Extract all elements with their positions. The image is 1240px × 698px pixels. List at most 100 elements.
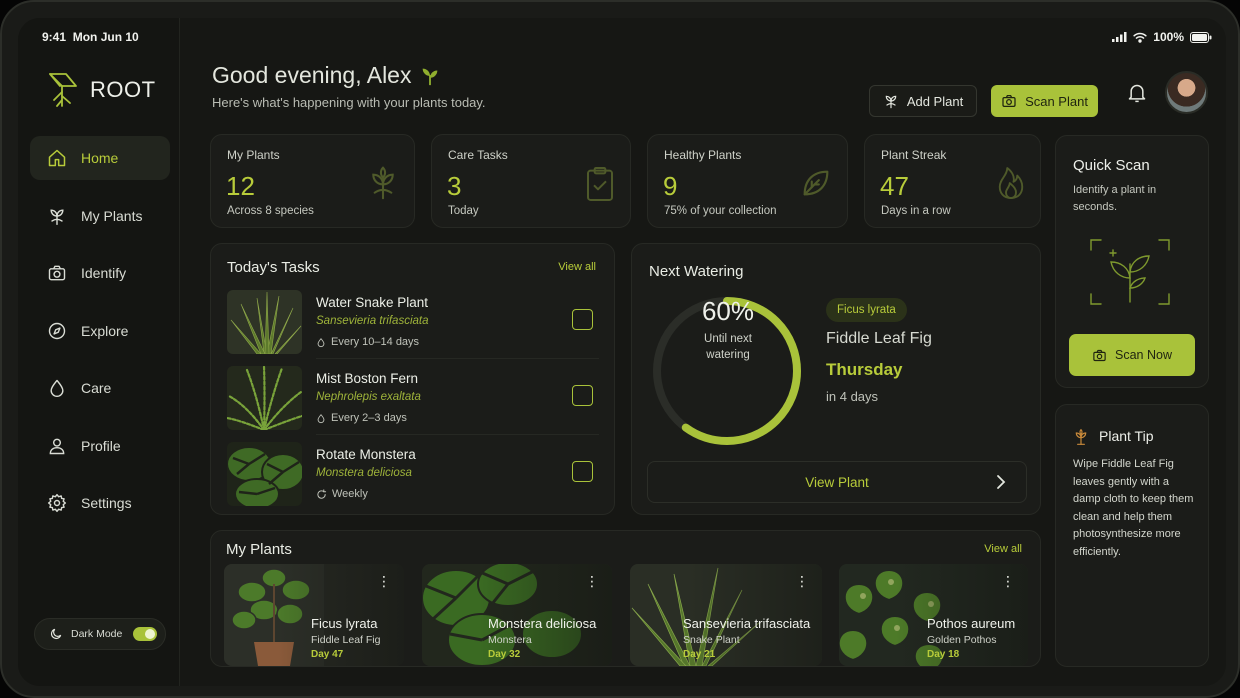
user-avatar[interactable] [1165, 71, 1208, 114]
my-plants-card: My Plants View all ⋮ Ficus lyrata Fiddle… [210, 530, 1041, 667]
more-options-icon[interactable]: ⋮ [585, 574, 599, 588]
scientific-name-badge: Ficus lyrata [826, 298, 907, 322]
chevron-right-icon [997, 475, 1006, 489]
stat-card-my-plants[interactable]: My Plants 12 Across 8 species [210, 134, 415, 228]
quick-scan-card: Quick Scan Identify a plant in seconds. … [1055, 135, 1209, 388]
plant-card-name: Sansevieria trifasciata [683, 616, 811, 631]
task-checkbox[interactable] [572, 385, 593, 406]
stat-card-plant-streak[interactable]: Plant Streak 47 Days in a row [864, 134, 1041, 228]
plant-card[interactable]: ⋮ Ficus lyrata Fiddle Leaf Fig Day 47 [224, 564, 404, 666]
plant-card[interactable]: ⋮ Sansevieria trifasciata Snake Plant Da… [630, 564, 822, 666]
user-icon [49, 438, 65, 454]
stat-sub: 75% of your collection [664, 205, 777, 217]
add-plant-label: Add Plant [906, 93, 964, 109]
status-time: 9:41 [42, 30, 67, 44]
add-plant-button[interactable]: Add Plant [869, 85, 977, 117]
stat-value: 47 [880, 171, 909, 201]
sidebar-item-care[interactable]: Care [30, 366, 170, 410]
battery-icon [1190, 31, 1212, 43]
sidebar-item-settings[interactable]: Settings [30, 481, 170, 525]
dark-mode-toggle[interactable]: Dark Mode [34, 618, 166, 650]
stat-card-healthy-plants[interactable]: Healthy Plants 9 75% of your collection [647, 134, 848, 228]
task-frequency-text: Every 10–14 days [331, 336, 420, 348]
app-logo[interactable]: ROOT [46, 70, 156, 110]
sprout-icon [1075, 428, 1087, 445]
home-icon [48, 149, 66, 167]
scan-plant-button[interactable]: Scan Plant [991, 85, 1098, 117]
stat-value: 9 [663, 171, 678, 201]
next-watering-plant-name: Fiddle Leaf Fig [826, 330, 932, 347]
more-options-icon[interactable]: ⋮ [377, 574, 391, 588]
plant-card-name: Ficus lyrata [311, 616, 378, 631]
quick-scan-title: Quick Scan [1073, 157, 1150, 174]
scan-now-button[interactable]: Scan Now [1069, 334, 1195, 376]
scan-frame-icon [1090, 239, 1170, 305]
sidebar-item-home[interactable]: Home [30, 136, 170, 180]
plant-icon [372, 166, 394, 200]
plant-tip-card: Plant Tip Wipe Fiddle Leaf Fig leaves ge… [1055, 404, 1209, 667]
task-checkbox[interactable] [572, 461, 593, 482]
sidebar-item-my-plants[interactable]: My Plants [30, 194, 170, 238]
next-watering-card: Next Watering 60% Until next watering Fi… [631, 243, 1041, 515]
plant-tip-body: Wipe Fiddle Leaf Fig leaves gently with … [1073, 458, 1194, 558]
more-options-icon[interactable]: ⋮ [1001, 574, 1015, 588]
sidebar-item-profile[interactable]: Profile [30, 424, 170, 468]
stat-sub: Days in a row [881, 205, 951, 217]
sidebar-item-identify[interactable]: Identify [30, 251, 170, 295]
task-row[interactable]: Rotate Monstera Monstera deliciosa Weekl… [227, 442, 599, 512]
plant-card-name: Pothos aureum [927, 616, 1016, 631]
gear-icon [47, 493, 67, 513]
droplet-icon [317, 413, 325, 423]
sidebar-item-label: Explore [81, 322, 129, 339]
flame-icon [998, 167, 1024, 199]
task-divider [316, 358, 599, 359]
plant-card-day: Day 47 [311, 649, 344, 660]
task-scientific-name: Monstera deliciosa [316, 467, 412, 479]
plant-card-day: Day 18 [927, 649, 960, 660]
monstera-thumbnail [227, 442, 302, 506]
tasks-view-all-link[interactable]: View all [558, 261, 596, 273]
view-plant-button[interactable]: View Plant [647, 461, 1027, 503]
droplet-icon [50, 379, 64, 398]
sidebar-nav: Home My Plants Identify Explore Care Pro… [30, 136, 170, 539]
stat-card-care-tasks[interactable]: Care Tasks 3 Today [431, 134, 631, 228]
greeting-subtitle: Here's what's happening with your plants… [212, 95, 486, 110]
sprout-icon [423, 68, 438, 85]
tasks-title: Today's Tasks [227, 259, 320, 276]
moon-icon [51, 628, 62, 639]
status-bar-right: 100% [1112, 30, 1212, 44]
dark-mode-switch[interactable] [133, 627, 157, 641]
plant-card-common-name: Golden Pothos [927, 634, 997, 646]
snake-plant-thumbnail [227, 290, 302, 354]
task-name: Mist Boston Fern [316, 371, 419, 386]
task-row[interactable]: Mist Boston Fern Nephrolepis exaltata Ev… [227, 366, 599, 436]
sidebar-item-explore[interactable]: Explore [30, 309, 170, 353]
task-checkbox[interactable] [572, 309, 593, 330]
ring-center-text: 60% Until next watering [654, 296, 802, 363]
plant-card-common-name: Snake Plant [683, 634, 740, 646]
quick-scan-subtitle: Identify a plant in seconds. [1073, 184, 1157, 213]
plant-card-common-name: Fiddle Leaf Fig [311, 634, 381, 646]
status-date: Mon Jun 10 [72, 30, 139, 44]
task-row[interactable]: Water Snake Plant Sansevieria trifasciat… [227, 290, 599, 360]
battery-percent: 100% [1153, 30, 1184, 44]
greeting-heading: Good evening, Alex [212, 62, 441, 89]
next-watering-in-days: in 4 days [826, 389, 879, 404]
plant-card[interactable]: ⋮ Monstera deliciosa Monstera Day 32 [422, 564, 612, 666]
greeting-text: Good evening, Alex [212, 62, 412, 88]
plant-card-day: Day 21 [683, 649, 716, 660]
app-name: ROOT [90, 77, 156, 102]
status-time-date: 9:41 Mon Jun 10 [42, 30, 139, 44]
my-plants-view-all-link[interactable]: View all [984, 543, 1022, 555]
task-frequency-text: Every 2–3 days [331, 412, 407, 424]
scan-plant-label: Scan Plant [1025, 93, 1088, 109]
plant-card[interactable]: ⋮ Pothos aureum Golden Pothos Day 18 [839, 564, 1028, 666]
sidebar-item-label: My Plants [81, 207, 143, 224]
plant-card-overlay [630, 564, 822, 666]
stat-sub: Across 8 species [227, 205, 314, 217]
more-options-icon[interactable]: ⋮ [795, 574, 809, 588]
bell-icon[interactable] [1127, 82, 1147, 104]
task-frequency: Weekly [316, 488, 368, 500]
sidebar-item-label: Profile [81, 437, 121, 454]
sidebar-item-label: Home [81, 150, 119, 166]
